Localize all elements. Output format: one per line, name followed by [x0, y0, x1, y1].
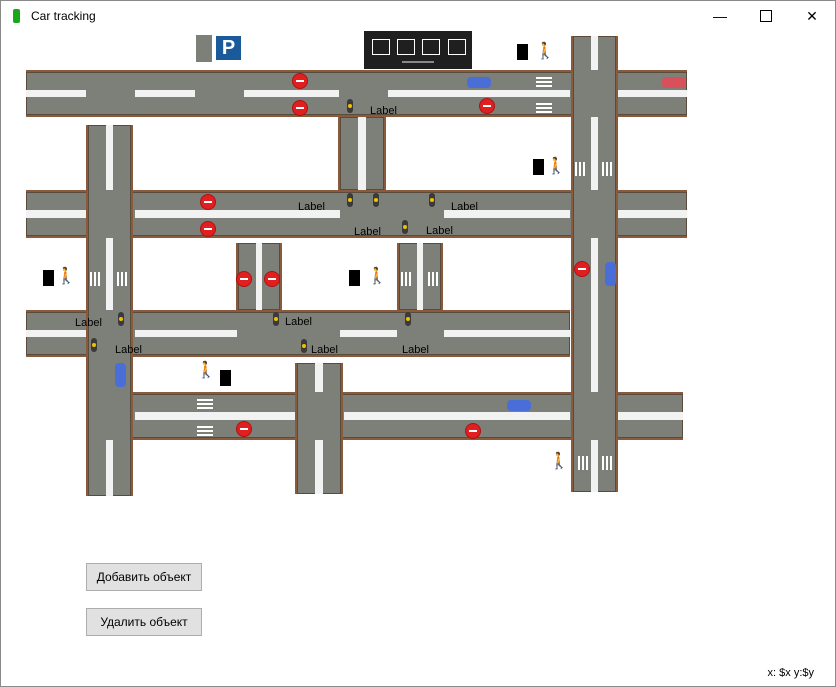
crosswalk: [536, 75, 552, 87]
toolbar-grip[interactable]: [402, 61, 434, 63]
crosswalk: [536, 101, 552, 113]
traffic-light-label: Label: [451, 201, 478, 213]
no-entry-sign-icon[interactable]: [480, 99, 494, 113]
pedestrian-icon[interactable]: 🚶: [196, 363, 216, 379]
crosswalk: [578, 456, 588, 470]
car-icon[interactable]: [507, 400, 531, 411]
car-icon[interactable]: [605, 262, 616, 286]
pedestrian-sign-post: [349, 270, 360, 286]
pedestrian-icon[interactable]: 🚶: [549, 454, 569, 470]
maximize-button[interactable]: [743, 1, 789, 31]
maximize-icon: [760, 10, 772, 22]
crosswalk: [197, 424, 213, 436]
pedestrian-sign-post: [43, 270, 54, 286]
crosswalk: [602, 456, 612, 470]
parking-post: [196, 35, 212, 62]
pedestrian-icon[interactable]: 🚶: [535, 44, 555, 60]
traffic-light-icon[interactable]: [273, 312, 279, 326]
traffic-light-label: Label: [298, 201, 325, 213]
no-entry-sign-icon[interactable]: [201, 222, 215, 236]
region-select-tool-icon[interactable]: [448, 39, 466, 55]
add-object-button[interactable]: Добавить объект: [86, 563, 202, 591]
traffic-light-label: Label: [402, 344, 429, 356]
crosswalk: [117, 272, 127, 286]
pedestrian-sign-post: [220, 370, 231, 386]
close-button[interactable]: ✕: [789, 1, 835, 31]
select-tool-icon[interactable]: [397, 39, 415, 55]
crosswalk: [197, 397, 213, 409]
crosswalk: [401, 272, 411, 286]
crosswalk: [602, 162, 612, 176]
traffic-light-icon[interactable]: [402, 220, 408, 234]
no-entry-sign-icon[interactable]: [265, 272, 279, 286]
pedestrian-icon[interactable]: 🚶: [56, 269, 76, 285]
cursor-coordinates: x: $x y:$y: [767, 667, 814, 679]
no-entry-sign-icon[interactable]: [293, 101, 307, 115]
traffic-light-icon[interactable]: [373, 193, 379, 207]
pedestrian-sign-post: [517, 44, 528, 60]
add-object-tool-icon[interactable]: [372, 39, 390, 55]
traffic-light-label: Label: [426, 225, 453, 237]
traffic-light-icon[interactable]: [301, 339, 307, 353]
traffic-light-label: Label: [75, 317, 102, 329]
map-toolbar: [364, 31, 472, 69]
parking-sign[interactable]: P: [216, 36, 241, 60]
close-icon: ✕: [806, 7, 818, 24]
minimize-button[interactable]: —: [697, 1, 743, 31]
crosswalk: [90, 272, 100, 286]
no-entry-sign-icon[interactable]: [466, 424, 480, 438]
crosswalk: [575, 162, 585, 176]
traffic-light-label: Label: [370, 105, 397, 117]
crosswalk: [428, 272, 438, 286]
traffic-light-icon[interactable]: [347, 99, 353, 113]
traffic-light-label: Label: [311, 344, 338, 356]
traffic-light-icon[interactable]: [347, 193, 353, 207]
traffic-light-icon[interactable]: [429, 193, 435, 207]
minimize-icon: —: [713, 8, 727, 24]
no-entry-sign-icon[interactable]: [201, 195, 215, 209]
no-entry-sign-icon[interactable]: [237, 422, 251, 436]
pedestrian-icon[interactable]: 🚶: [367, 269, 387, 285]
traffic-light-label: Label: [285, 316, 312, 328]
no-entry-sign-icon[interactable]: [237, 272, 251, 286]
car-icon[interactable]: [662, 77, 686, 88]
pedestrian-icon[interactable]: 🚶: [546, 159, 566, 175]
car-icon[interactable]: [115, 363, 126, 387]
traffic-light-label: Label: [354, 226, 381, 238]
no-entry-sign-icon[interactable]: [293, 74, 307, 88]
remove-object-button[interactable]: Удалить объект: [86, 608, 202, 636]
no-entry-sign-icon[interactable]: [575, 262, 589, 276]
traffic-light-label: Label: [115, 344, 142, 356]
pedestrian-sign-post: [533, 159, 544, 175]
traffic-light-icon[interactable]: [405, 312, 411, 326]
window-title: Car tracking: [31, 9, 96, 23]
traffic-light-icon[interactable]: [91, 338, 97, 352]
traffic-light-icon[interactable]: [118, 312, 124, 326]
app-icon: [13, 9, 20, 23]
car-icon[interactable]: [467, 77, 491, 88]
title-bar: Car tracking — ✕: [1, 1, 835, 31]
frame-tool-icon[interactable]: [422, 39, 440, 55]
